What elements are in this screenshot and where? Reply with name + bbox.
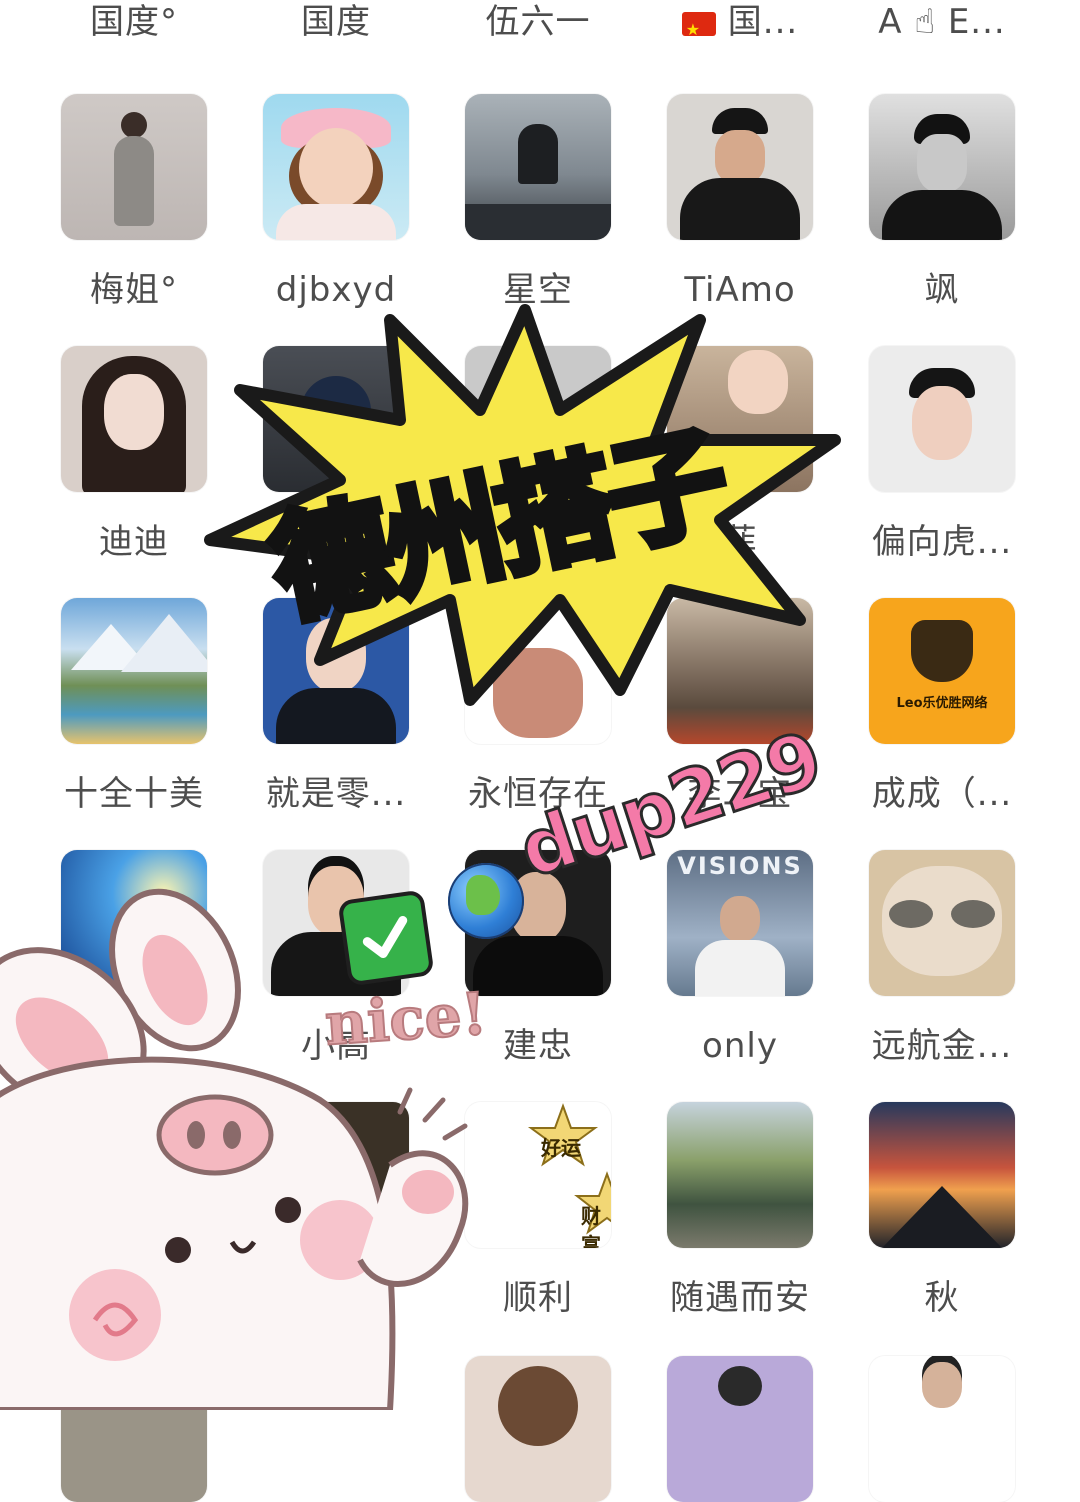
contact-name: 成成（... (871, 774, 1013, 814)
avatar[interactable] (869, 850, 1015, 996)
contact-name: 顺利 (503, 1278, 573, 1318)
globe-icon (448, 863, 524, 939)
contact-name: 远航金... (871, 1026, 1013, 1066)
contact-name: 国度° (90, 2, 178, 42)
contact-item[interactable]: 远航金... (841, 850, 1043, 1068)
contact-name: 建忠 (503, 1026, 573, 1066)
contact-name: only (702, 1026, 778, 1066)
contact-item[interactable]: TiAmo (639, 94, 841, 312)
avatar[interactable] (465, 598, 611, 744)
avatar[interactable]: 好运 财富 (465, 1102, 611, 1248)
avatar[interactable] (263, 94, 409, 240)
contact-item[interactable] (235, 1102, 437, 1320)
contact-item[interactable]: 随遇而安 (639, 1102, 841, 1320)
contact-item[interactable] (841, 1356, 1043, 1502)
avatar[interactable] (667, 1356, 813, 1502)
contact-item[interactable]: 秋 (841, 1102, 1043, 1320)
contact-name: TiAmo (684, 270, 796, 310)
contact-item[interactable]: 国度° (33, 0, 235, 44)
contact-name-row: 国... (681, 0, 799, 44)
contact-item[interactable]: 国度 (235, 0, 437, 44)
contact-item[interactable] (639, 1356, 841, 1502)
avatar[interactable] (61, 598, 207, 744)
avatar[interactable] (61, 850, 207, 996)
contact-item[interactable]: 十全十美 (33, 598, 235, 816)
avatar[interactable] (61, 1356, 207, 1502)
contact-name: 梅姐° (90, 270, 178, 310)
contact-item[interactable] (33, 1102, 235, 1320)
avatar[interactable] (465, 94, 611, 240)
contact-name: 十全十美 (64, 774, 204, 814)
contact-name: 星空 (503, 270, 573, 310)
contact-item[interactable]: 偏向虎... (841, 346, 1043, 564)
avatar[interactable] (465, 1356, 611, 1502)
avatar[interactable] (667, 1102, 813, 1248)
avatar[interactable] (869, 94, 1015, 240)
contact-grid: 国度° 国度 伍六一 国... A ☝ E... 梅姐° djbxyd (0, 0, 1080, 1502)
contact-item[interactable]: 伍六一 (437, 0, 639, 44)
contact-name: 飒 (924, 270, 960, 310)
avatar[interactable] (61, 346, 207, 492)
contact-item[interactable]: 迪迪 (33, 346, 235, 564)
contact-item[interactable]: 梅姐° (33, 94, 235, 312)
star-label-2: 财富 (581, 1204, 601, 1248)
contact-item[interactable] (437, 1356, 639, 1502)
contact-name: 迪迪 (99, 522, 169, 562)
contact-name: djbxyd (275, 270, 397, 310)
contact-name: 国度 (301, 2, 371, 42)
contact-item[interactable]: djbxyd (235, 94, 437, 312)
nice-text: nice! (322, 978, 490, 1059)
avatar[interactable] (61, 94, 207, 240)
contact-item[interactable] (33, 1356, 235, 1502)
avatar[interactable] (869, 346, 1015, 492)
contact-name: 就是零... (265, 774, 407, 814)
leo-logo-text: Leo乐优胜网络 (896, 696, 988, 711)
contact-name: A ☝ E... (878, 2, 1006, 42)
contact-item[interactable]: Leo乐优胜网络 成成（... (841, 598, 1043, 816)
avatar[interactable] (61, 1102, 207, 1248)
visions-text: VISIONS (677, 852, 803, 880)
contact-item[interactable] (33, 850, 235, 1068)
avatar[interactable] (869, 1356, 1015, 1502)
china-flag-icon (681, 8, 716, 44)
contact-name: 秋 (924, 1278, 960, 1318)
contact-item[interactable]: 国... (639, 0, 841, 44)
contact-item[interactable]: 星空 (437, 94, 639, 312)
contact-item[interactable]: VISIONS only (639, 850, 841, 1068)
contact-item[interactable]: 飒 (841, 94, 1043, 312)
avatar[interactable] (263, 1102, 409, 1248)
contact-item[interactable]: A ☝ E... (841, 0, 1043, 44)
avatar[interactable]: VISIONS (667, 850, 813, 996)
star-label-1: 好运 (541, 1136, 581, 1160)
contact-name: 伍六一 (485, 2, 591, 42)
avatar[interactable] (869, 1102, 1015, 1248)
contact-name: 偏向虎... (871, 522, 1013, 562)
contact-item[interactable]: 好运 财富 顺利 (437, 1102, 639, 1320)
avatar[interactable]: Leo乐优胜网络 (869, 598, 1015, 744)
contact-name: 随遇而安 (670, 1278, 810, 1318)
avatar[interactable] (667, 94, 813, 240)
contact-name: 国... (727, 2, 799, 42)
checkmark-icon (337, 889, 435, 987)
